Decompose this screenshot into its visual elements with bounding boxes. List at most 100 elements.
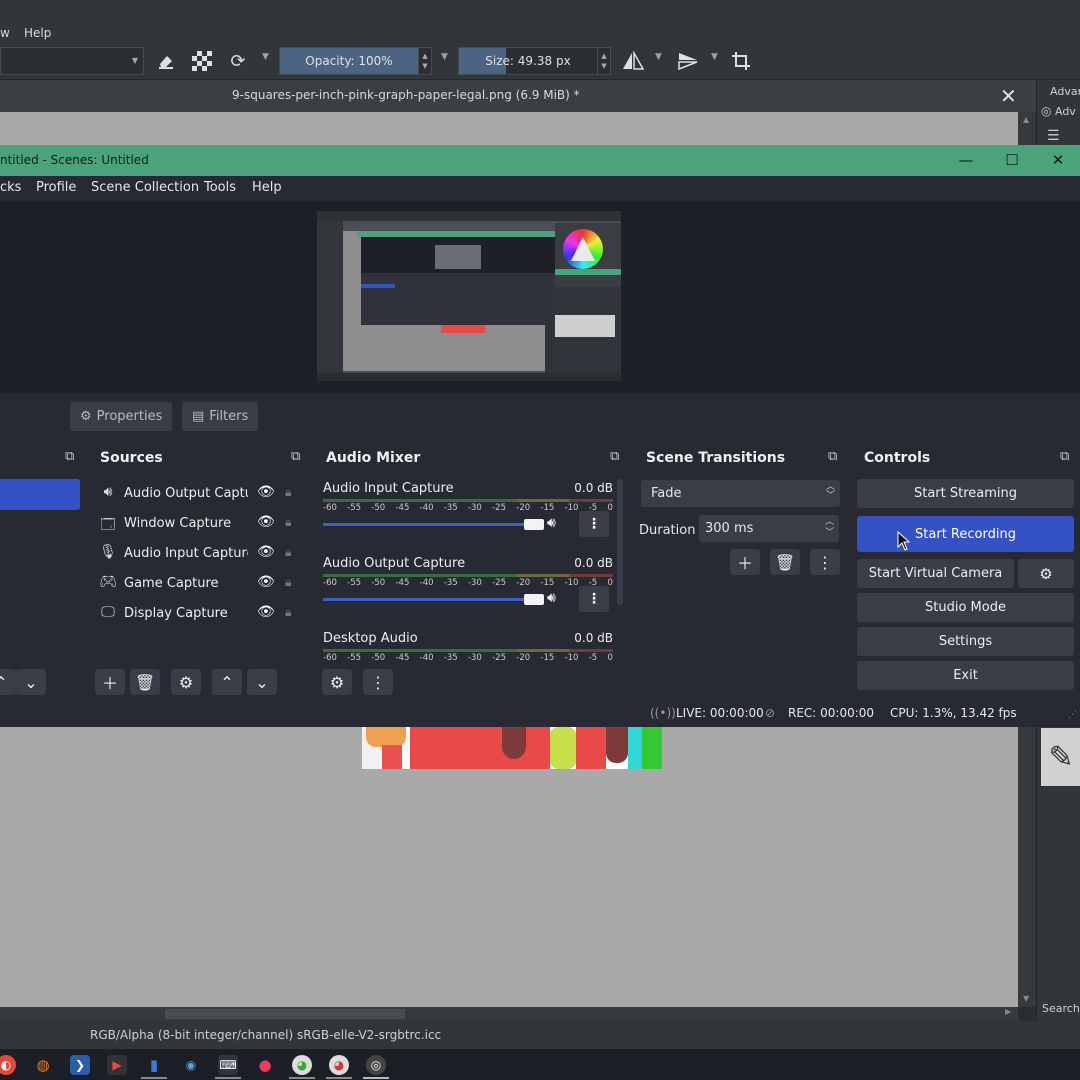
add-source-button[interactable]: ＋: [95, 669, 125, 695]
krita-document-tab[interactable]: 9-squares-per-inch-pink-graph-paper-lega…: [0, 80, 1036, 112]
maximize-icon[interactable]: ☐: [997, 148, 1027, 172]
visibility-eye-icon[interactable]: 👁︎: [257, 514, 275, 530]
app-icon-taskbar[interactable]: ◐: [0, 1055, 16, 1075]
alpha-lock-icon[interactable]: [190, 49, 214, 73]
radio-icon[interactable]: ◎: [1041, 104, 1051, 118]
chevron-down-icon[interactable]: ▼: [655, 52, 662, 62]
source-item[interactable]: 🎮︎ Game Capture 👁︎ 🔒︎: [99, 572, 299, 596]
remove-transition-button[interactable]: 🗑︎: [770, 549, 800, 575]
source-properties-button[interactable]: ⚙: [171, 669, 201, 695]
lock-icon[interactable]: 🔒︎: [285, 605, 291, 620]
brush-preset-combo[interactable]: ▼: [0, 47, 144, 75]
transition-select[interactable]: Fade ︿ ﹀: [641, 480, 840, 507]
visibility-eye-icon[interactable]: 👁︎: [257, 604, 275, 620]
canvas-horizontal-scrollbar[interactable]: ▶: [0, 1007, 1018, 1021]
exit-button[interactable]: Exit: [857, 661, 1074, 690]
menu-profile[interactable]: Profile: [36, 180, 76, 195]
size-slider[interactable]: Size: 49.38 px: [458, 47, 598, 75]
float-dock-icon[interactable]: ⧉: [828, 449, 844, 465]
terminal-icon[interactable]: ⌨: [218, 1055, 238, 1075]
scroll-down-icon[interactable]: ▼: [1023, 994, 1029, 1003]
remove-source-button[interactable]: 🗑︎: [130, 669, 160, 695]
transition-menu-button[interactable]: ⋮: [810, 549, 840, 575]
size-spin[interactable]: ▲ ▼: [597, 47, 611, 75]
start-streaming-button[interactable]: Start Streaming: [857, 479, 1074, 508]
volume-slider-handle[interactable]: [524, 519, 544, 530]
start-virtual-camera-button[interactable]: Start Virtual Camera: [857, 559, 1014, 588]
channel-menu-button[interactable]: ⋮: [579, 586, 609, 612]
media-player-icon[interactable]: ▶: [107, 1055, 127, 1075]
opacity-slider[interactable]: Opacity: 100%: [279, 47, 419, 75]
list-view-icon[interactable]: ☰: [1047, 128, 1060, 144]
paint-app-icon[interactable]: ◕: [292, 1055, 312, 1075]
menu-docks[interactable]: cks: [0, 180, 21, 195]
add-transition-button[interactable]: ＋: [730, 549, 760, 575]
volume-slider[interactable]: [323, 598, 535, 601]
float-dock-icon[interactable]: ⧉: [610, 449, 626, 465]
lock-icon[interactable]: 🔒︎: [285, 575, 291, 590]
speaker-icon[interactable]: 🔊︎: [547, 515, 556, 531]
lock-icon[interactable]: 🔒︎: [285, 545, 291, 560]
properties-button[interactable]: ⚙ Properties: [70, 402, 173, 431]
krita-menu-help[interactable]: Help: [24, 26, 51, 40]
settings-button[interactable]: Settings: [857, 627, 1074, 656]
move-source-up-button[interactable]: ⌃: [212, 669, 242, 695]
minimize-icon[interactable]: —: [951, 148, 981, 172]
preview-canvas[interactable]: [317, 211, 621, 381]
obs-titlebar[interactable]: ntitled - Scenes: Untitled — ☐ ✕: [0, 145, 1080, 176]
brush-preset-thumbnail[interactable]: ✎: [1041, 728, 1080, 786]
move-up-button[interactable]: ⌃: [0, 669, 16, 695]
source-item[interactable]: 🖵︎ Display Capture 👁︎ 🔒︎: [99, 602, 299, 626]
mixer-settings-button[interactable]: ⚙: [322, 669, 352, 695]
channel-menu-button[interactable]: ⋮: [579, 511, 609, 537]
crop-icon[interactable]: [729, 49, 753, 73]
reload-preset-icon[interactable]: ⟳: [226, 49, 250, 73]
virtual-camera-settings-button[interactable]: ⚙: [1018, 559, 1074, 588]
float-dock-icon[interactable]: ⧉: [291, 449, 307, 465]
move-source-down-button[interactable]: ⌄: [247, 669, 277, 695]
duration-spinbox[interactable]: 300 ms ︿ ﹀: [699, 515, 839, 542]
powershell-icon[interactable]: ❯: [70, 1055, 90, 1075]
opacity-spin[interactable]: ▲ ▼: [418, 47, 432, 75]
eraser-icon[interactable]: [154, 49, 178, 73]
menu-tools[interactable]: Tools: [204, 180, 236, 195]
move-down-button[interactable]: ⌄: [16, 669, 46, 695]
speaker-icon[interactable]: 🔊︎: [547, 590, 556, 606]
float-dock-icon[interactable]: ⧉: [1060, 449, 1076, 465]
krita-icon[interactable]: ◕: [329, 1055, 349, 1075]
scene-item-selected[interactable]: [0, 479, 80, 510]
chevron-down-icon[interactable]: ▼: [441, 52, 448, 62]
visibility-eye-icon[interactable]: 👁︎: [257, 574, 275, 590]
source-item[interactable]: 🔊︎ Audio Output Captu 👁︎ 🔒︎: [99, 482, 299, 506]
spin-arrows-icon[interactable]: ︿ ﹀: [825, 517, 834, 539]
visibility-eye-icon[interactable]: 👁︎: [257, 484, 275, 500]
browser-icon[interactable]: ●: [255, 1055, 275, 1075]
resize-grip-icon[interactable]: ⋰: [1068, 710, 1077, 720]
mixer-menu-button[interactable]: ⋮: [363, 669, 393, 695]
krita-menu-view-partial[interactable]: w: [0, 26, 10, 40]
mirror-vertical-icon[interactable]: [676, 49, 700, 73]
docker-tab-label[interactable]: Advan: [1050, 85, 1080, 98]
lock-icon[interactable]: 🔒︎: [285, 515, 291, 530]
volume-slider[interactable]: [323, 523, 535, 526]
obs-icon[interactable]: ◎: [366, 1055, 386, 1075]
source-item[interactable]: 🎙︎ Audio Input Capture 👁︎ 🔒︎: [99, 542, 299, 566]
volume-slider-handle[interactable]: [524, 594, 544, 605]
close-icon[interactable]: ✕: [1000, 84, 1017, 108]
studio-mode-button[interactable]: Studio Mode: [857, 593, 1074, 622]
globe-icon[interactable]: ◉: [181, 1055, 201, 1075]
close-icon[interactable]: ✕: [1043, 148, 1073, 172]
scroll-right-icon[interactable]: ▶: [1005, 1007, 1011, 1016]
menu-scene-collection[interactable]: Scene Collection: [91, 180, 199, 195]
source-item[interactable]: 🗔︎ Window Capture 👁︎ 🔒︎: [99, 512, 299, 536]
blender-icon[interactable]: ◍: [33, 1055, 53, 1075]
mixer-scrollbar[interactable]: [617, 479, 623, 605]
visibility-eye-icon[interactable]: 👁︎: [257, 544, 275, 560]
chevron-down-icon[interactable]: ▼: [262, 52, 269, 62]
scroll-up-icon[interactable]: ▲: [1023, 115, 1029, 124]
start-recording-button[interactable]: Start Recording: [857, 516, 1074, 552]
scrollbar-thumb[interactable]: [165, 1009, 405, 1019]
filters-button[interactable]: ▤ Filters: [182, 402, 259, 431]
chart-app-icon[interactable]: ▮: [144, 1055, 164, 1075]
float-dock-icon[interactable]: ⧉: [65, 449, 81, 465]
